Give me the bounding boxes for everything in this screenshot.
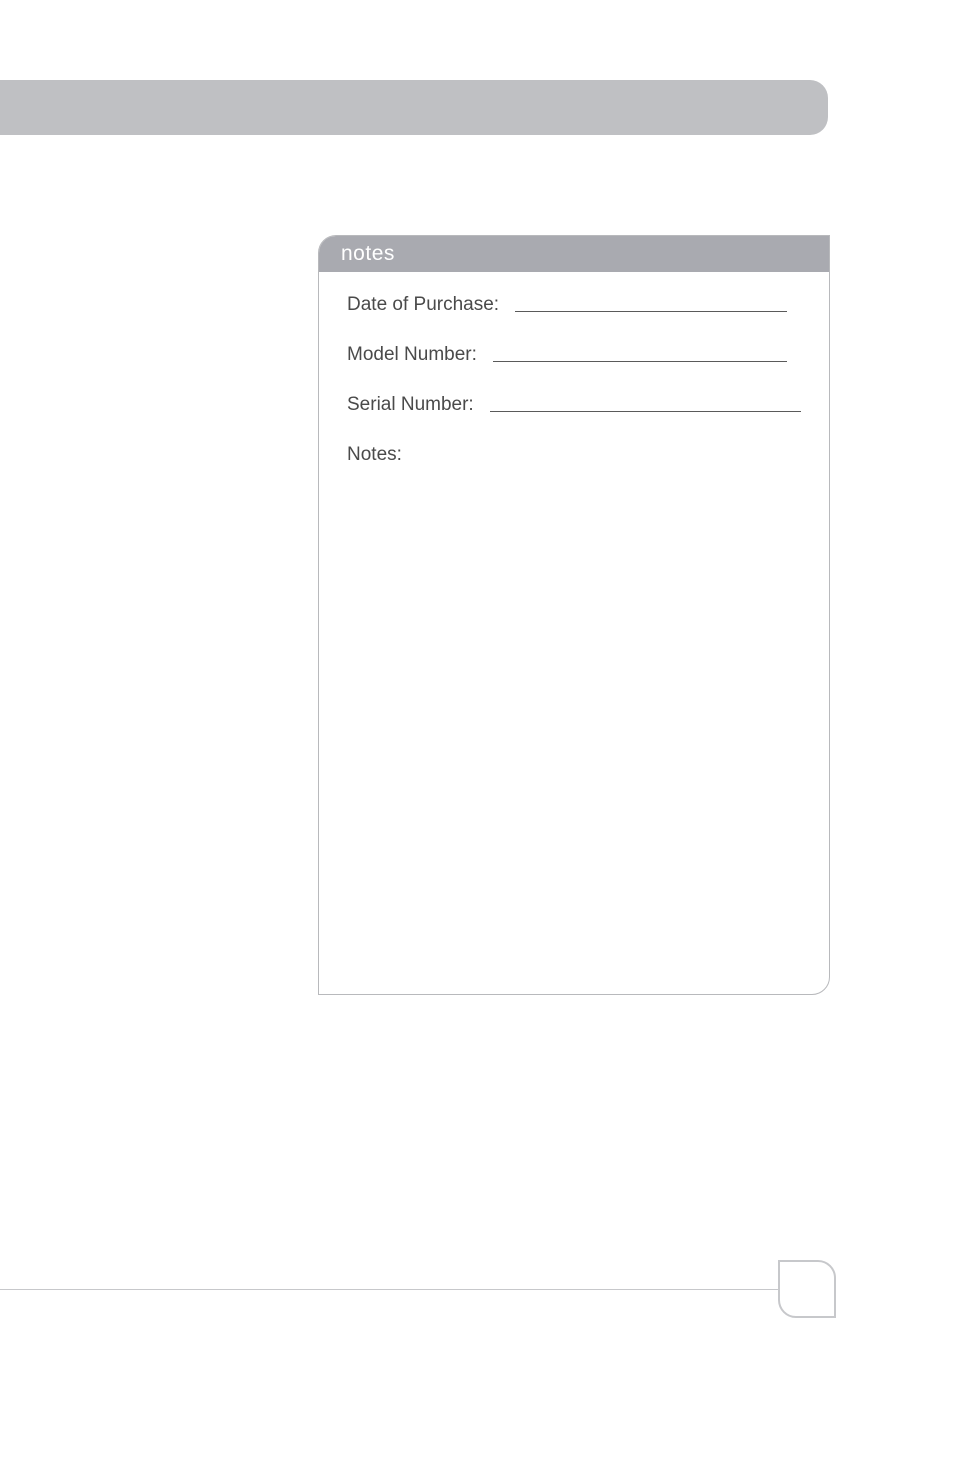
top-header-bar	[0, 80, 828, 135]
model-number-line[interactable]	[493, 361, 787, 362]
bottom-divider-line	[0, 1289, 780, 1290]
date-of-purchase-line[interactable]	[515, 311, 787, 312]
notes-box-title: notes	[319, 236, 829, 272]
model-number-label: Model Number:	[347, 344, 477, 366]
model-number-row: Model Number:	[347, 344, 801, 366]
serial-number-line[interactable]	[490, 411, 801, 412]
serial-number-label: Serial Number:	[347, 394, 474, 416]
date-of-purchase-row: Date of Purchase:	[347, 294, 801, 316]
date-of-purchase-label: Date of Purchase:	[347, 294, 499, 316]
notes-box-body: Date of Purchase: Model Number: Serial N…	[319, 272, 829, 488]
serial-number-row: Serial Number:	[347, 394, 801, 416]
notes-label: Notes:	[347, 444, 801, 466]
page-corner-box	[778, 1260, 836, 1318]
notes-box: notes Date of Purchase: Model Number: Se…	[318, 235, 830, 995]
